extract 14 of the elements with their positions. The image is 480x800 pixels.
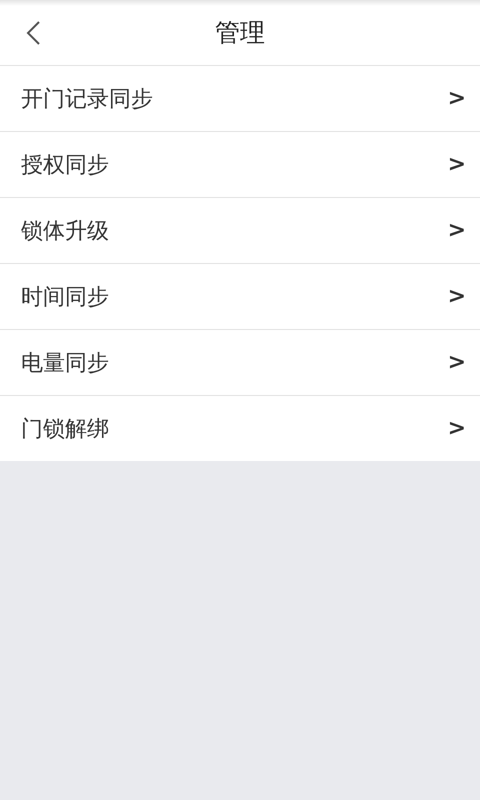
- page-title: 管理: [215, 17, 265, 49]
- menu-item[interactable]: 时间同步 >: [0, 264, 480, 330]
- menu-item[interactable]: 门锁解绑 >: [0, 396, 480, 461]
- chevron-text: >: [448, 86, 466, 111]
- menu-item[interactable]: 锁体升级 >: [0, 198, 480, 264]
- back-icon[interactable]: [24, 20, 42, 46]
- chevron-text: >: [448, 416, 466, 441]
- menu-item[interactable]: 开门记录同步 >: [0, 66, 480, 132]
- menu-item[interactable]: 授权同步 >: [0, 132, 480, 198]
- chevron-text: >: [448, 284, 466, 309]
- chevron-text: >: [448, 350, 466, 375]
- chevron-text: >: [448, 218, 466, 243]
- chevron-text: >: [448, 152, 466, 177]
- menu-item[interactable]: 电量同步 >: [0, 330, 480, 396]
